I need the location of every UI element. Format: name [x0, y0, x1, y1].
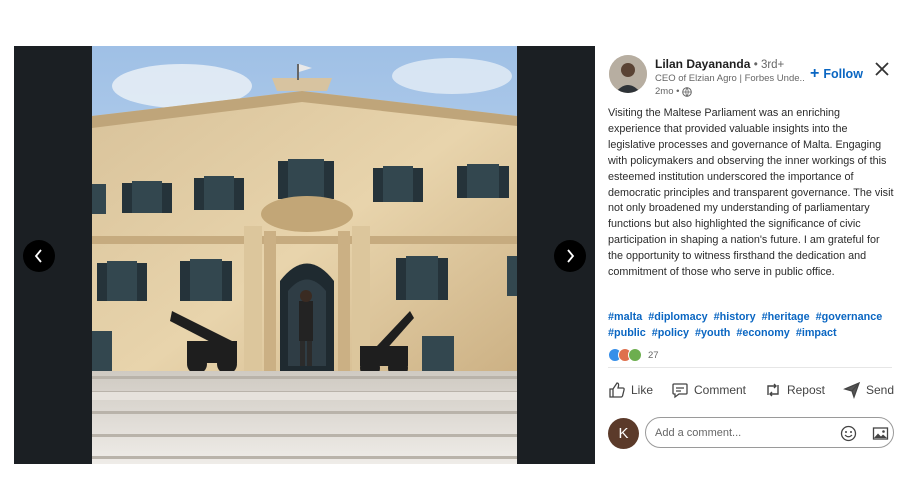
hashtag-list: #malta #diplomacy #history #heritage #go… [608, 310, 894, 342]
chevron-right-icon [567, 249, 575, 263]
hashtag-link[interactable]: #public [608, 327, 646, 339]
image-icon[interactable] [872, 425, 889, 442]
comment-placeholder: Add a comment... [655, 427, 742, 439]
author-headline: CEO of Elzian Agro | Forbes Unde... [655, 73, 805, 84]
hashtag-link[interactable]: #governance [816, 311, 883, 323]
close-icon[interactable] [873, 60, 891, 78]
like-button[interactable]: Like [608, 376, 653, 404]
author-avatar[interactable] [609, 55, 647, 93]
action-bar: Like Comment Repost Send [608, 376, 894, 404]
hashtag-link[interactable]: #economy [736, 327, 789, 339]
previous-image-button[interactable] [23, 240, 55, 272]
repost-label: Repost [786, 383, 825, 397]
comment-button[interactable]: Comment [671, 376, 746, 404]
send-label: Send [865, 383, 894, 397]
current-user-avatar: K [608, 418, 639, 449]
repost-icon [767, 383, 779, 397]
comment-label: Comment [693, 383, 746, 397]
author-info: Lilan Dayananda • 3rd+ CEO of Elzian Agr… [655, 57, 805, 97]
thumbs-up-icon [609, 382, 625, 398]
comment-composer: K Add a comment... [608, 417, 894, 451]
send-button[interactable]: Send [843, 376, 894, 404]
next-image-button[interactable] [554, 240, 586, 272]
repost-button[interactable]: Repost [764, 376, 825, 404]
hashtag-link[interactable]: #history [714, 311, 756, 323]
follow-button[interactable]: + Follow [810, 65, 863, 82]
post-photo [92, 46, 517, 464]
reaction-count: 27 [648, 349, 659, 361]
like-label: Like [631, 383, 654, 397]
globe-icon [682, 86, 693, 97]
hashtag-link[interactable]: #youth [695, 327, 730, 339]
author-name[interactable]: Lilan Dayananda [655, 57, 750, 71]
hashtag-link[interactable]: #heritage [762, 311, 810, 323]
hashtag-link[interactable]: #malta [608, 311, 642, 323]
post-meta: 2mo • [655, 86, 805, 97]
divider [608, 367, 892, 368]
hashtag-link[interactable]: #policy [652, 327, 689, 339]
reactions-summary[interactable]: 27 [608, 348, 659, 362]
follow-label: Follow [823, 67, 863, 81]
post-detail-panel: Lilan Dayananda • 3rd+ CEO of Elzian Agr… [596, 46, 900, 464]
hashtag-link[interactable]: #impact [796, 327, 837, 339]
post-body: Visiting the Maltese Parliament was an e… [608, 107, 894, 279]
connection-degree: • 3rd+ [753, 59, 785, 71]
post-time: 2mo • [655, 86, 680, 97]
send-icon [843, 381, 861, 399]
image-viewer [14, 46, 595, 464]
comment-input[interactable]: Add a comment... [645, 417, 894, 448]
chevron-left-icon [34, 249, 42, 263]
hashtag-link[interactable]: #diplomacy [648, 311, 707, 323]
comment-icon [672, 383, 688, 399]
celebrate-reaction-icon [628, 348, 642, 362]
emoji-icon[interactable] [840, 425, 857, 442]
plus-icon: + [810, 65, 820, 82]
